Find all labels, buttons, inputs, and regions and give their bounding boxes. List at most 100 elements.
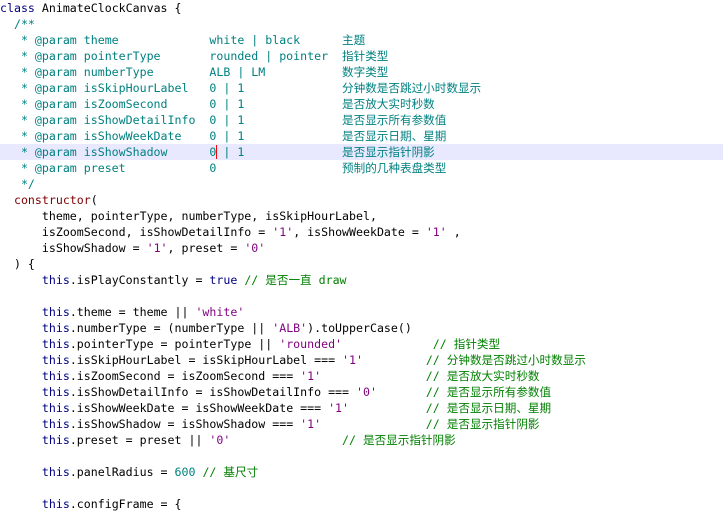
code-line[interactable]: this.isZoomSecond = isZoomSecond === '1'… [0, 368, 723, 384]
code-token: '0' [209, 433, 231, 447]
code-token: /** [0, 17, 35, 31]
code-token: '0' [356, 385, 377, 399]
code-line[interactable]: this.preset = preset || '0' // 是否显示指针阴影 [0, 432, 723, 448]
code-line[interactable]: this.pointerType = pointerType || 'round… [0, 336, 723, 352]
code-token: .configFrame = { [69, 497, 182, 511]
code-token: '1' [425, 225, 447, 239]
code-line[interactable]: this.isSkipHourLabel = isSkipHourLabel =… [0, 352, 723, 368]
code-token: .panelRadius = [69, 465, 175, 479]
code-line[interactable]: this.configFrame = { [0, 496, 723, 512]
code-token: isZoomSecond, isShowDetailInfo = [0, 225, 273, 239]
code-line[interactable]: this.isPlayConstantly = true // 是否一直 dra… [0, 272, 723, 288]
code-line[interactable]: * @param isSkipHourLabel 0 | 1 分钟数是否跳过小时… [0, 80, 723, 96]
code-line[interactable]: * @param isZoomSecond 0 | 1 是否放大实时秒数 [0, 96, 723, 112]
code-line[interactable]: */ [0, 176, 723, 192]
code-line[interactable] [0, 480, 723, 496]
code-token: * @param pointerType rounded | pointer 指… [0, 49, 389, 63]
code-token: this [41, 417, 70, 431]
code-line[interactable]: this.theme = theme || 'white' [0, 304, 723, 320]
code-line[interactable]: * @param numberType ALB | LM 数字类型 [0, 64, 723, 80]
code-line[interactable]: class AnimateClockCanvas { [0, 0, 723, 16]
code-line[interactable]: ) { [0, 256, 723, 272]
code-token: // 是否放大实时秒数 [321, 369, 540, 383]
code-line[interactable]: theme, pointerType, numberType, isSkipHo… [0, 208, 723, 224]
code-token: ( [90, 193, 98, 207]
code-token: this [41, 497, 70, 511]
code-token: this [41, 385, 70, 399]
code-token: * @param isSkipHourLabel 0 | 1 分钟数是否跳过小时… [0, 81, 482, 95]
code-token: * @param isShowDetailInfo 0 | 1 是否显示所有参数… [0, 113, 447, 127]
code-line[interactable]: * @param theme white | black 主题 [0, 32, 723, 48]
code-token: this [41, 369, 70, 383]
code-token: this [41, 273, 70, 287]
code-token: // 分钟数是否跳过小时数显示 [363, 353, 586, 367]
code-line[interactable]: isShowShadow = '1', preset = '0' [0, 240, 723, 256]
code-token: .isShowWeekDate = isShowWeekDate === [69, 401, 329, 415]
code-token: this [41, 465, 70, 479]
code-token: , [446, 225, 461, 239]
code-line[interactable]: /** [0, 16, 723, 32]
code-line[interactable]: isZoomSecond, isShowDetailInfo = '1', is… [0, 224, 723, 240]
code-token: isShowShadow = [0, 241, 147, 255]
code-editor[interactable]: class AnimateClockCanvas { /** * @param … [0, 0, 723, 515]
code-token: this [41, 353, 70, 367]
code-token: .isZoomSecond = isZoomSecond === [69, 369, 301, 383]
code-token: 600 [174, 465, 196, 479]
code-token: 'ALB' [272, 321, 308, 335]
code-token: // 是否显示所有参数值 [376, 385, 552, 399]
code-token: constructor [13, 193, 91, 207]
code-token: .numberType = (numberType || [69, 321, 273, 335]
code-token: // 基尺寸 [195, 465, 259, 479]
code-line[interactable]: * @param isShowShadow 0 | 1 是否显示指针阴影 [0, 144, 723, 160]
code-token: * @param isShowWeekDate 0 | 1 是否显示日期、星期 [0, 129, 447, 143]
code-line[interactable]: * @param isShowWeekDate 0 | 1 是否显示日期、星期 [0, 128, 723, 144]
code-line[interactable]: constructor( [0, 192, 723, 208]
code-token: '1' [300, 369, 322, 383]
code-token: theme, pointerType, numberType, isSkipHo… [0, 209, 377, 223]
code-line[interactable]: this.isShowShadow = isShowShadow === '1'… [0, 416, 723, 432]
code-token: '1' [328, 401, 350, 415]
code-token: ).toUpperCase() [307, 321, 412, 335]
code-token: // 指针类型 [342, 337, 501, 351]
code-token: // 是否一直 draw [237, 273, 347, 287]
code-line[interactable]: this.isShowWeekDate = isShowWeekDate ===… [0, 400, 723, 416]
code-token: // 是否显示指针阴影 [321, 417, 540, 431]
code-line[interactable]: this.numberType = (numberType || 'ALB').… [0, 320, 723, 336]
code-token: .isShowDetailInfo = isShowDetailInfo === [69, 385, 356, 399]
code-line[interactable]: * @param pointerType rounded | pointer 指… [0, 48, 723, 64]
code-line[interactable]: * @param isShowDetailInfo 0 | 1 是否显示所有参数… [0, 112, 723, 128]
code-token: // 是否显示指针阴影 [230, 433, 456, 447]
code-token: this [41, 337, 70, 351]
code-line[interactable]: this.panelRadius = 600 // 基尺寸 [0, 464, 723, 480]
code-token: 'white' [195, 305, 245, 319]
code-line[interactable] [0, 448, 723, 464]
code-token: ) { [0, 257, 35, 271]
code-line[interactable]: * @param preset 0 预制的几种表盘类型 [0, 160, 723, 176]
code-token: * @param preset 0 预制的几种表盘类型 [0, 161, 447, 175]
code-line[interactable]: this.isShowDetailInfo = isShowDetailInfo… [0, 384, 723, 400]
code-token: * @param theme white | black 主题 [0, 33, 366, 47]
code-token: .isShowShadow = isShowShadow === [69, 417, 301, 431]
code-token: this [41, 401, 70, 415]
code-token: class [0, 1, 42, 15]
code-token: '1' [272, 225, 294, 239]
code-token: this [41, 305, 70, 319]
code-token: * @param isShowShadow 0 | 1 是否显示指针阴影 [0, 145, 435, 159]
code-token: '0' [244, 241, 266, 255]
code-token: * @param numberType ALB | LM 数字类型 [0, 65, 389, 79]
code-token: '1' [342, 353, 363, 367]
code-line[interactable] [0, 288, 723, 304]
code-token: '1' [300, 417, 322, 431]
